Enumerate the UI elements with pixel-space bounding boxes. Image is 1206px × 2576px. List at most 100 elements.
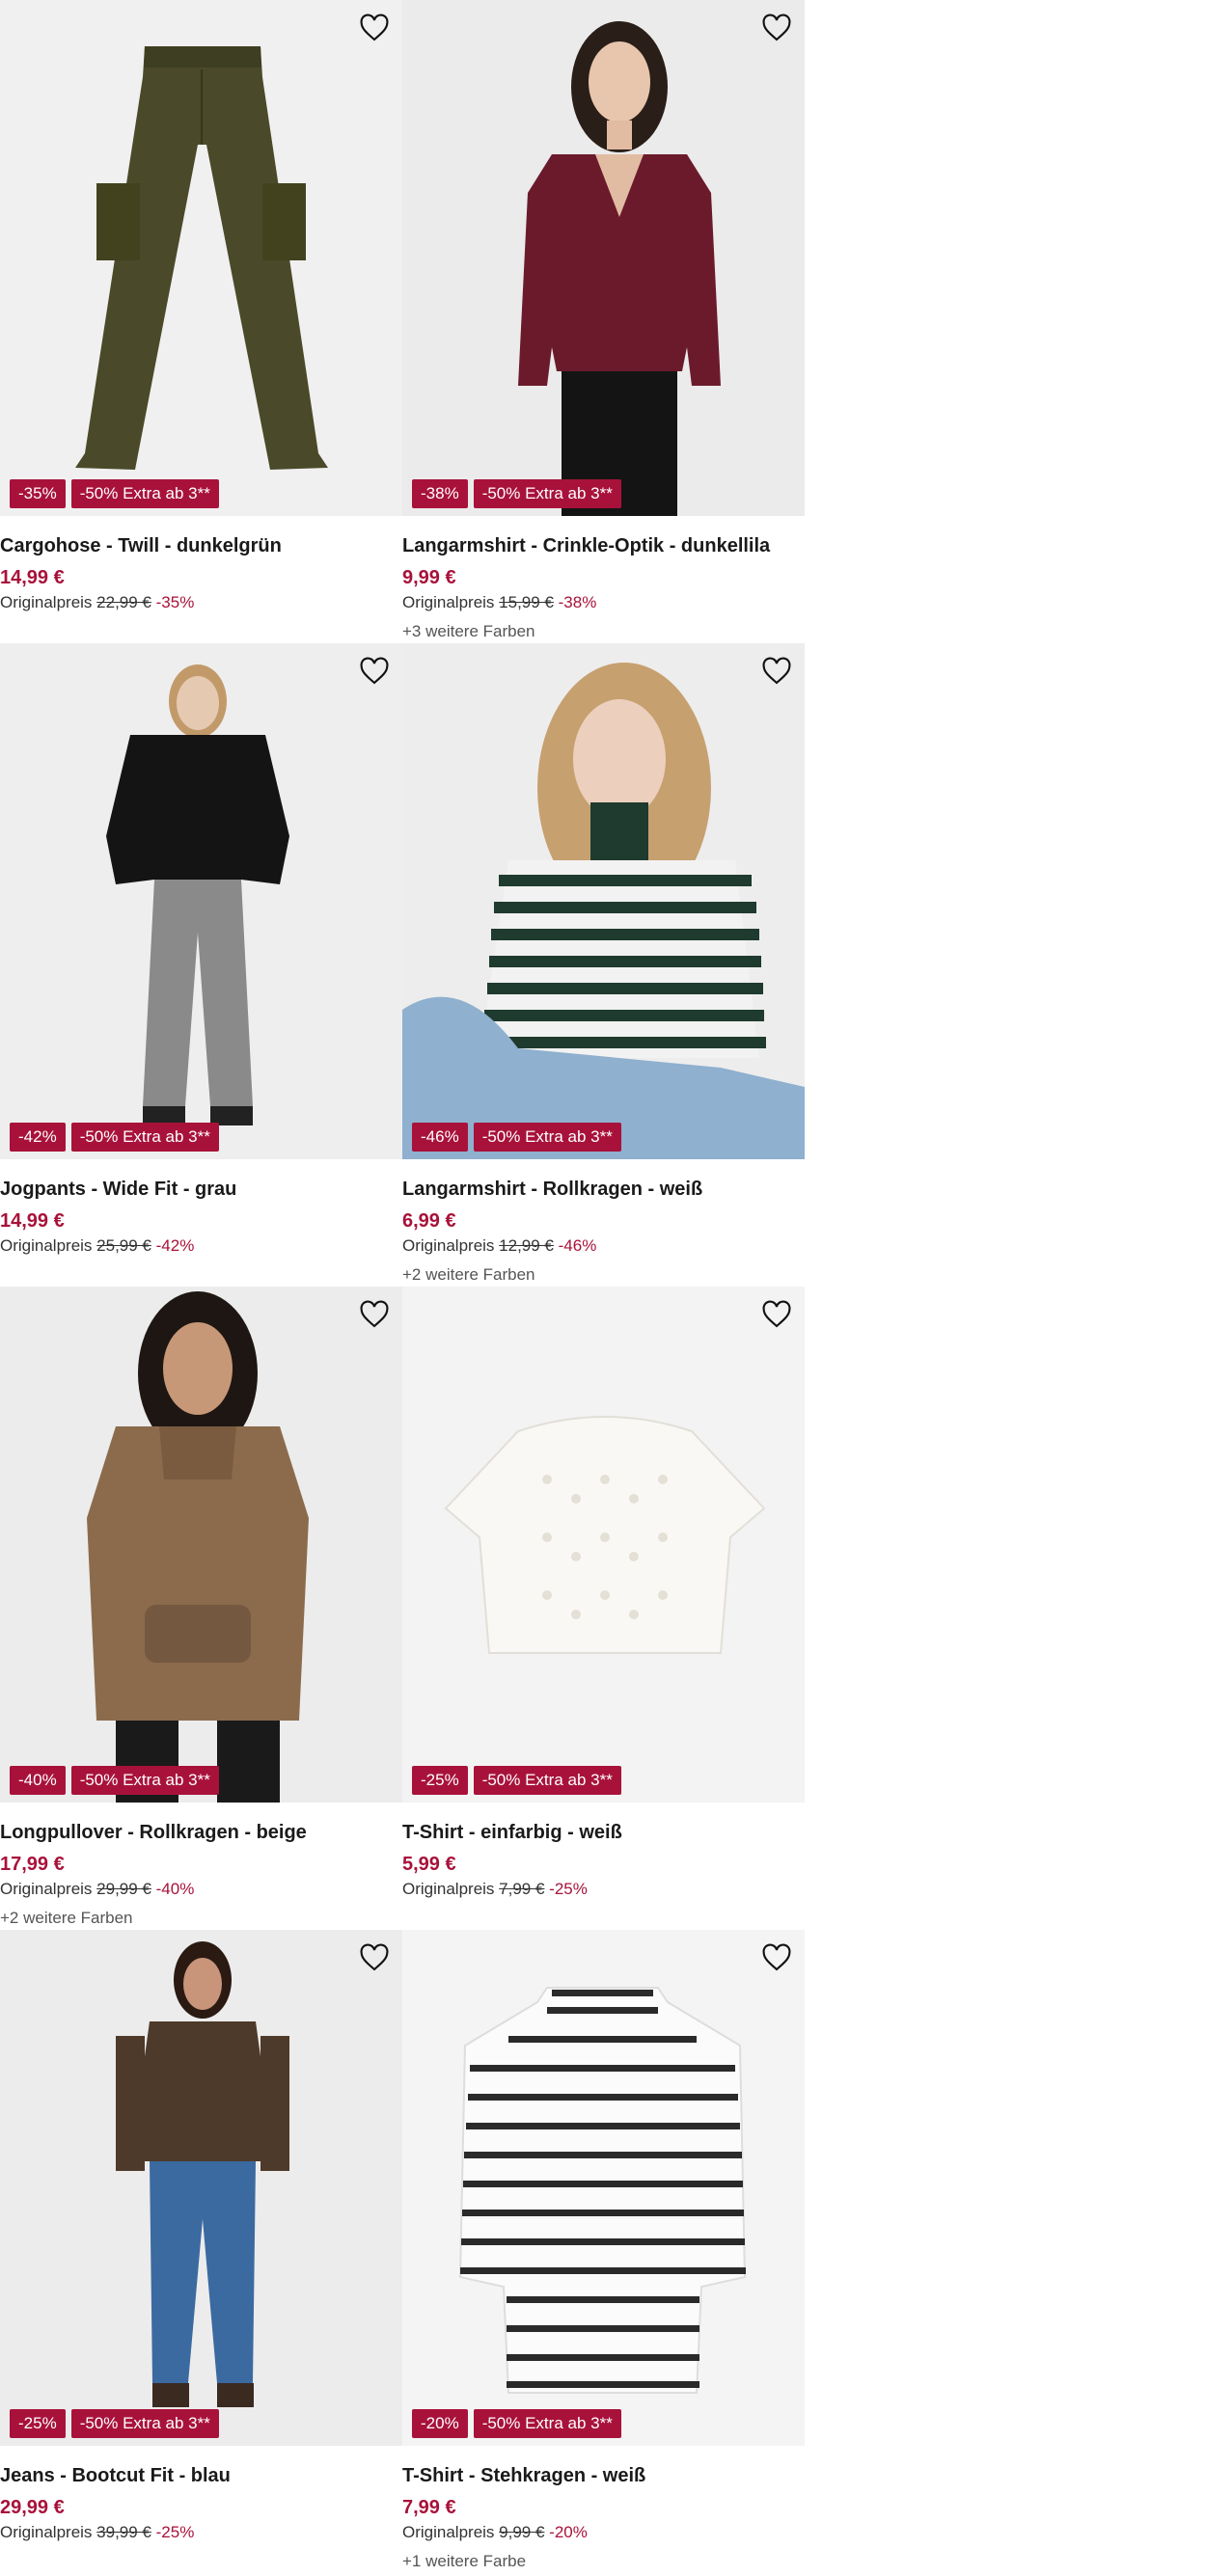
product-image[interactable]: -25% -50% Extra ab 3** bbox=[0, 1930, 402, 2446]
product-price: 9,99 € bbox=[402, 567, 456, 588]
discount-badge: -25% bbox=[10, 2409, 66, 2438]
product-title[interactable]: Langarmshirt - Crinkle-Optik - dunkellil… bbox=[402, 530, 805, 561]
more-colors-link[interactable]: +2 weitere Farben bbox=[0, 1904, 402, 1933]
original-price-line: Originalpreis 25,99 € -42% bbox=[0, 1236, 195, 1255]
promo-badge: -50% Extra ab 3** bbox=[70, 479, 219, 508]
beige-longpullover-model-image bbox=[0, 1287, 402, 1803]
heart-outline-icon bbox=[762, 14, 791, 41]
original-price-line: Originalpreis 9,99 € -20% bbox=[402, 2523, 588, 2541]
discount-percent: -40% bbox=[155, 1880, 195, 1898]
burgundy-shirt-model-image bbox=[402, 0, 805, 516]
discount-badge: -38% bbox=[412, 479, 468, 508]
cargo-pants-image bbox=[0, 0, 402, 516]
wishlist-button[interactable] bbox=[760, 1298, 793, 1331]
discount-badge: -46% bbox=[412, 1123, 468, 1152]
more-colors-link[interactable]: +3 weitere Farben bbox=[402, 617, 805, 646]
product-card[interactable]: -25% -50% Extra ab 3** Jeans - Bootcut F… bbox=[0, 1930, 402, 2573]
promo-badge: -50% Extra ab 3** bbox=[70, 1123, 219, 1152]
original-price: 9,99 € bbox=[499, 2523, 545, 2541]
product-price: 14,99 € bbox=[0, 1210, 65, 1232]
striped-turtleneck-model-image bbox=[402, 643, 805, 1159]
heart-outline-icon bbox=[360, 14, 389, 41]
wishlist-button[interactable] bbox=[358, 1298, 391, 1331]
original-price-line: Originalpreis 29,99 € -40% bbox=[0, 1880, 195, 1898]
product-card[interactable]: -42% -50% Extra ab 3** Jogpants - Wide F… bbox=[0, 643, 402, 1287]
promo-badge: -50% Extra ab 3** bbox=[473, 1123, 621, 1152]
product-price: 7,99 € bbox=[402, 2497, 456, 2518]
product-card[interactable]: -46% -50% Extra ab 3** Langarmshirt - Ro… bbox=[402, 643, 805, 1287]
white-knit-tshirt-image bbox=[402, 1287, 805, 1803]
original-price-line: Originalpreis 7,99 € -25% bbox=[402, 1880, 588, 1898]
promo-badge: -50% Extra ab 3** bbox=[473, 479, 621, 508]
product-image[interactable]: -38% -50% Extra ab 3** bbox=[402, 0, 805, 516]
original-price: 29,99 € bbox=[96, 1880, 151, 1898]
wishlist-button[interactable] bbox=[760, 1941, 793, 1974]
discount-percent: -38% bbox=[558, 593, 597, 611]
original-price-line: Originalpreis 22,99 € -35% bbox=[0, 593, 195, 611]
promo-badge: -50% Extra ab 3** bbox=[70, 1766, 219, 1795]
product-image[interactable]: -46% -50% Extra ab 3** bbox=[402, 643, 805, 1159]
product-card[interactable]: -35% -50% Extra ab 3** Cargohose - Twill… bbox=[0, 0, 402, 643]
discount-percent: -25% bbox=[155, 2523, 195, 2541]
grey-jogpants-model-image bbox=[0, 643, 402, 1159]
original-price: 22,99 € bbox=[96, 593, 151, 611]
product-card[interactable]: -38% -50% Extra ab 3** Langarmshirt - Cr… bbox=[402, 0, 805, 643]
original-price: 39,99 € bbox=[96, 2523, 151, 2541]
heart-outline-icon bbox=[762, 1300, 791, 1328]
original-price: 12,99 € bbox=[499, 1236, 554, 1255]
heart-outline-icon bbox=[762, 657, 791, 685]
product-image[interactable]: -40% -50% Extra ab 3** bbox=[0, 1287, 402, 1803]
product-title[interactable]: Langarmshirt - Rollkragen - weiß bbox=[402, 1174, 805, 1205]
product-title[interactable]: T-Shirt - einfarbig - weiß bbox=[402, 1817, 805, 1848]
discount-percent: -25% bbox=[549, 1880, 588, 1898]
product-title[interactable]: Jeans - Bootcut Fit - blau bbox=[0, 2460, 402, 2491]
discount-percent: -46% bbox=[558, 1236, 597, 1255]
bootcut-jeans-model-image bbox=[0, 1930, 402, 2446]
original-price-line: Originalpreis 15,99 € -38% bbox=[402, 593, 597, 611]
heart-outline-icon bbox=[360, 657, 389, 685]
discount-badge: -20% bbox=[412, 2409, 468, 2438]
product-image[interactable]: -42% -50% Extra ab 3** bbox=[0, 643, 402, 1159]
more-colors-link[interactable]: +1 weitere Farbe bbox=[402, 2547, 805, 2576]
product-price: 6,99 € bbox=[402, 1210, 456, 1232]
discount-percent: -42% bbox=[155, 1236, 195, 1255]
discount-badge: -40% bbox=[10, 1766, 66, 1795]
discount-badge: -42% bbox=[10, 1123, 66, 1152]
discount-badge: -25% bbox=[412, 1766, 468, 1795]
promo-badge: -50% Extra ab 3** bbox=[70, 2409, 219, 2438]
product-price: 17,99 € bbox=[0, 1854, 65, 1875]
product-price: 29,99 € bbox=[0, 2497, 65, 2518]
heart-outline-icon bbox=[360, 1943, 389, 1971]
product-title[interactable]: Longpullover - Rollkragen - beige bbox=[0, 1817, 402, 1848]
more-colors-link[interactable]: +2 weitere Farben bbox=[402, 1261, 805, 1289]
wishlist-button[interactable] bbox=[760, 655, 793, 688]
wishlist-button[interactable] bbox=[358, 12, 391, 44]
product-card[interactable]: -25% -50% Extra ab 3** T-Shirt - einfarb… bbox=[402, 1287, 805, 1930]
striped-tshirt-image bbox=[402, 1930, 805, 2446]
product-title[interactable]: T-Shirt - Stehkragen - weiß bbox=[402, 2460, 805, 2491]
product-card[interactable]: -20% -50% Extra ab 3** T-Shirt - Stehkra… bbox=[402, 1930, 805, 2573]
heart-outline-icon bbox=[762, 1943, 791, 1971]
promo-badge: -50% Extra ab 3** bbox=[473, 1766, 621, 1795]
original-price-line: Originalpreis 12,99 € -46% bbox=[402, 1236, 597, 1255]
wishlist-button[interactable] bbox=[760, 12, 793, 44]
product-price: 5,99 € bbox=[402, 1854, 456, 1875]
product-card[interactable]: -40% -50% Extra ab 3** Longpullover - Ro… bbox=[0, 1287, 402, 1930]
original-price: 25,99 € bbox=[96, 1236, 151, 1255]
original-price: 7,99 € bbox=[499, 1880, 545, 1898]
product-image[interactable]: -35% -50% Extra ab 3** bbox=[0, 0, 402, 516]
product-image[interactable]: -20% -50% Extra ab 3** bbox=[402, 1930, 805, 2446]
original-price: 15,99 € bbox=[499, 593, 554, 611]
discount-percent: -20% bbox=[549, 2523, 588, 2541]
original-price-line: Originalpreis 39,99 € -25% bbox=[0, 2523, 195, 2541]
product-title[interactable]: Jogpants - Wide Fit - grau bbox=[0, 1174, 402, 1205]
product-image[interactable]: -25% -50% Extra ab 3** bbox=[402, 1287, 805, 1803]
discount-badge: -35% bbox=[10, 479, 66, 508]
heart-outline-icon bbox=[360, 1300, 389, 1328]
wishlist-button[interactable] bbox=[358, 655, 391, 688]
wishlist-button[interactable] bbox=[358, 1941, 391, 1974]
promo-badge: -50% Extra ab 3** bbox=[473, 2409, 621, 2438]
discount-percent: -35% bbox=[155, 593, 195, 611]
product-title[interactable]: Cargohose - Twill - dunkelgrün bbox=[0, 530, 402, 561]
product-price: 14,99 € bbox=[0, 567, 65, 588]
